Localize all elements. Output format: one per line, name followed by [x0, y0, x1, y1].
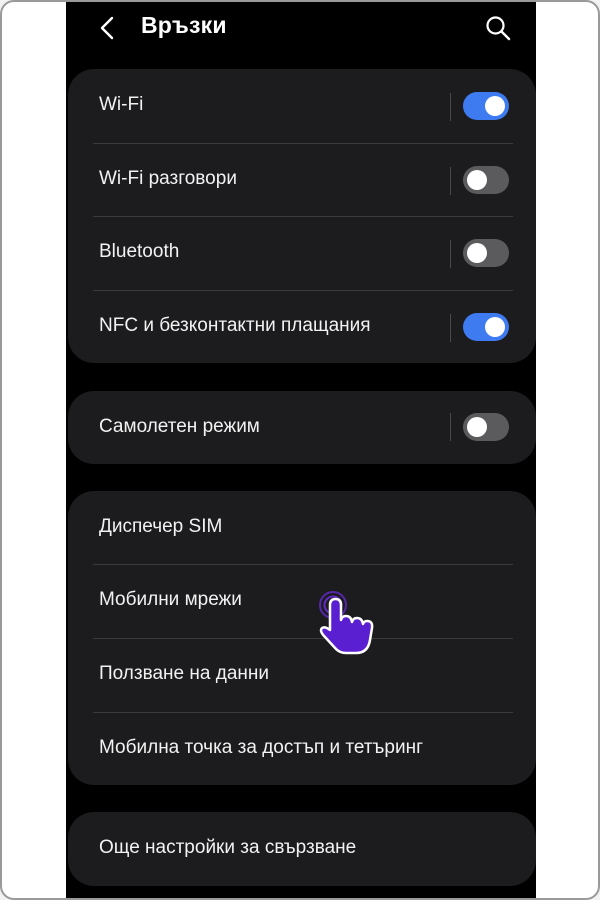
- setting-label: Още настройки за свързване: [99, 837, 357, 858]
- tap-hand-icon: [319, 591, 374, 655]
- setting-row-more-connection-settings[interactable]: Още настройки за свързване: [68, 812, 536, 886]
- setting-row-wifi-calling[interactable]: Wi-Fi разговори: [68, 143, 536, 217]
- setting-label: NFC и безконтактни плащания: [99, 315, 371, 336]
- toggle-knob: [467, 417, 487, 437]
- setting-label: Мобилна точка за достъп и тетъринг: [99, 737, 423, 758]
- setting-row-data-usage[interactable]: Ползване на данни: [68, 638, 536, 712]
- separator: [450, 314, 451, 342]
- setting-row-wifi[interactable]: Wi-Fi: [68, 69, 536, 143]
- setting-row-hotspot[interactable]: Мобилна точка за достъп и тетъринг: [68, 712, 536, 785]
- settings-screen: Връзки Wi-Fi Wi-Fi разговори Bluetooth N…: [66, 2, 536, 898]
- toggle-knob: [485, 96, 505, 116]
- setting-row-airplane-mode[interactable]: Самолетен режим: [68, 391, 536, 464]
- toggle-knob: [467, 170, 487, 190]
- page-title: Връзки: [141, 12, 227, 38]
- device-frame: Връзки Wi-Fi Wi-Fi разговори Bluetooth N…: [0, 0, 600, 900]
- nfc-toggle[interactable]: [463, 313, 509, 341]
- setting-label: Диспечер SIM: [99, 516, 223, 537]
- setting-label: Самолетен режим: [99, 416, 260, 437]
- separator: [450, 240, 451, 268]
- setting-label: Wi-Fi разговори: [99, 168, 237, 189]
- card-connectivity: Wi-Fi Wi-Fi разговори Bluetooth NFC и бе…: [68, 69, 536, 363]
- separator: [450, 167, 451, 195]
- search-icon[interactable]: [484, 14, 512, 42]
- bluetooth-toggle[interactable]: [463, 239, 509, 267]
- separator: [450, 413, 451, 441]
- wifi-calling-toggle[interactable]: [463, 166, 509, 194]
- airplane-mode-toggle[interactable]: [463, 413, 509, 441]
- toggle-knob: [467, 243, 487, 263]
- setting-label: Wi-Fi: [99, 94, 144, 115]
- setting-label: Bluetooth: [99, 241, 180, 262]
- card-mobile: Диспечер SIM Мобилни мрежи Ползване на д…: [68, 491, 536, 785]
- separator: [450, 93, 451, 121]
- setting-row-nfc[interactable]: NFC и безконтактни плащания: [68, 290, 536, 363]
- card-more: Още настройки за свързване: [68, 812, 536, 886]
- wifi-toggle[interactable]: [463, 92, 509, 120]
- card-airplane: Самолетен режим: [68, 391, 536, 464]
- app-bar: Връзки: [66, 2, 536, 56]
- chevron-left-icon[interactable]: [96, 14, 120, 42]
- setting-row-bluetooth[interactable]: Bluetooth: [68, 216, 536, 290]
- setting-row-mobile-networks[interactable]: Мобилни мрежи: [68, 564, 536, 638]
- setting-label: Ползване на данни: [99, 663, 269, 684]
- toggle-knob: [485, 317, 505, 337]
- setting-label: Мобилни мрежи: [99, 589, 242, 610]
- setting-row-sim-manager[interactable]: Диспечер SIM: [68, 491, 536, 565]
